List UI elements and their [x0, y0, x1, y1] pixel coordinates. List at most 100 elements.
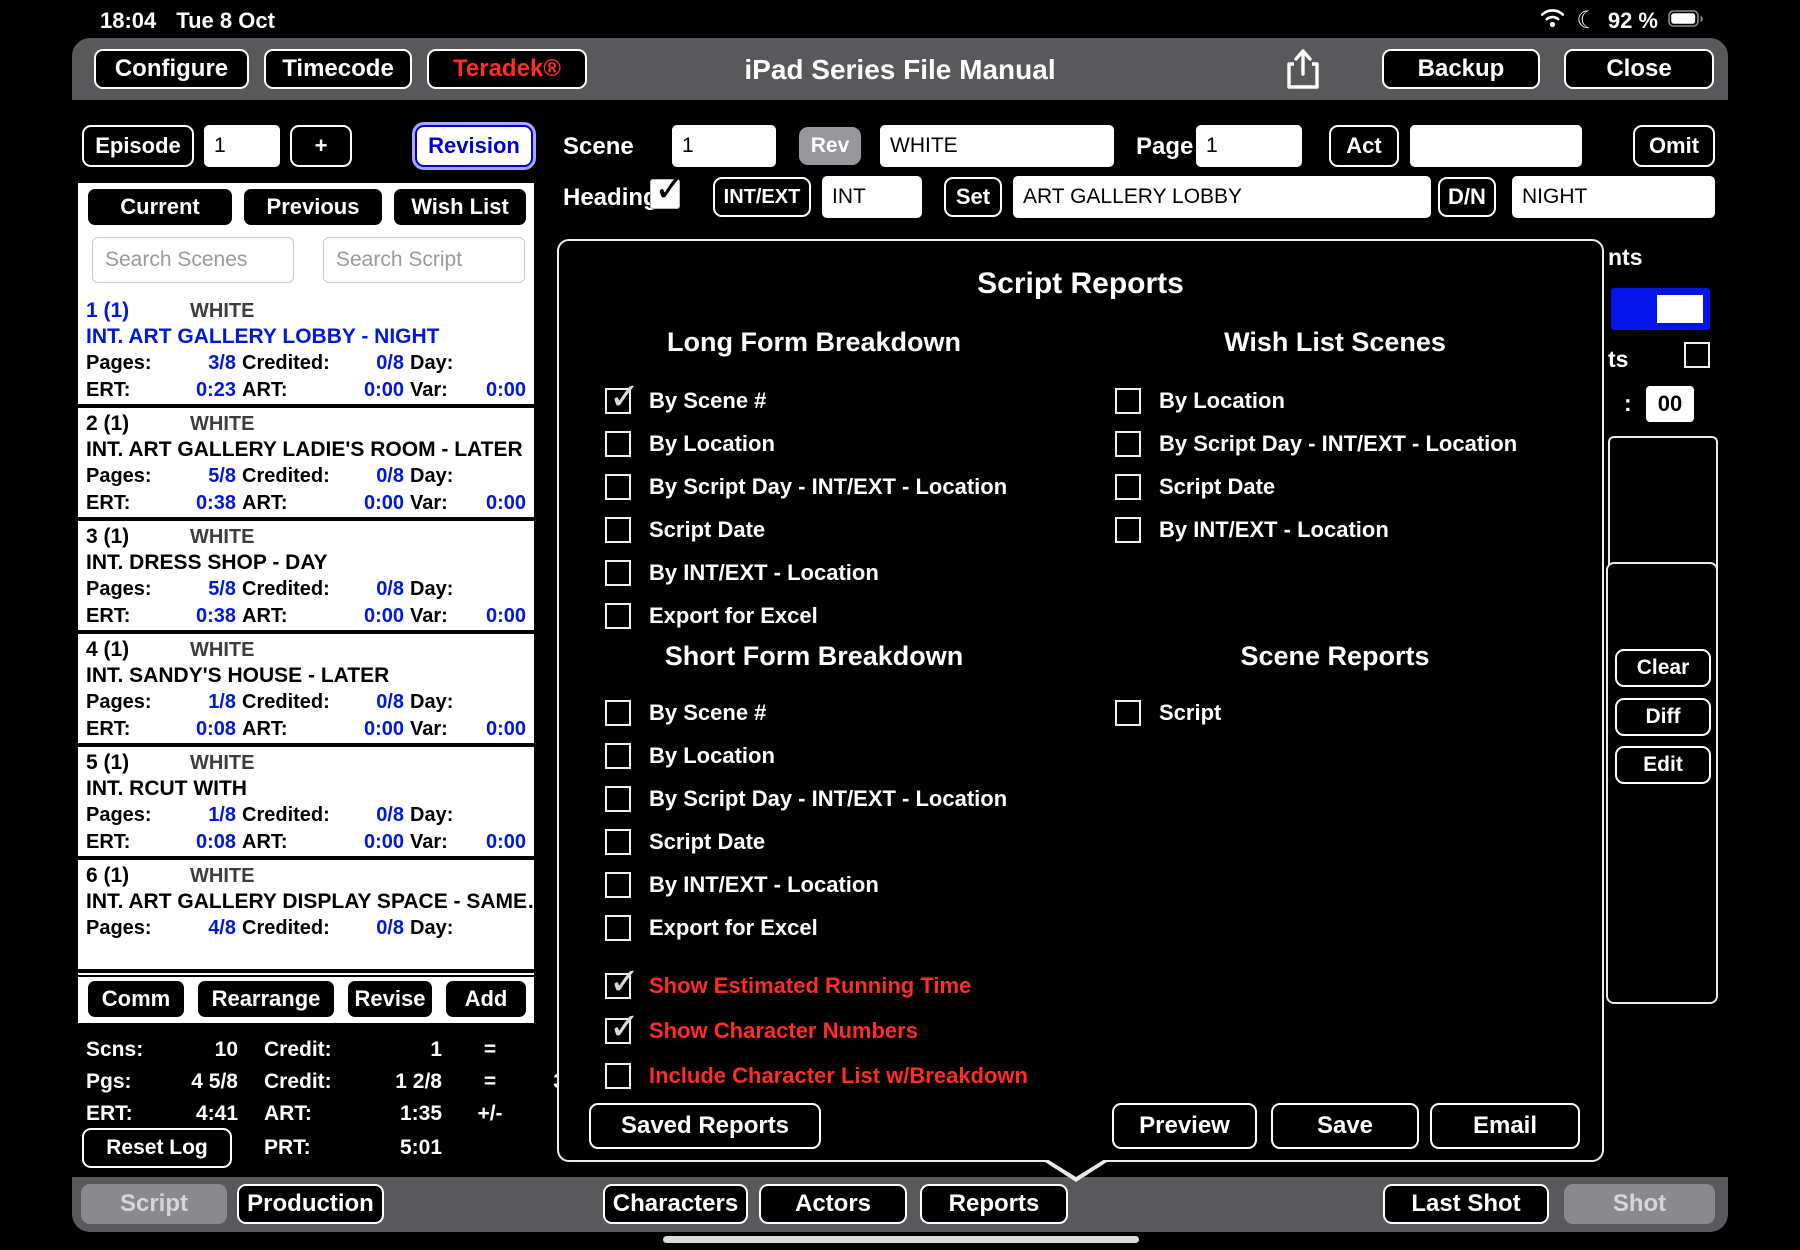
- checkbox[interactable]: [605, 872, 631, 898]
- checkbox[interactable]: [605, 560, 631, 586]
- minutes-field[interactable]: 00: [1646, 386, 1694, 422]
- home-indicator[interactable]: [663, 1236, 1139, 1243]
- checkbox[interactable]: [605, 786, 631, 812]
- long-form-option-5[interactable]: By INT/EXT - Location: [605, 556, 879, 590]
- revise-button[interactable]: Revise: [346, 979, 434, 1019]
- show-character-numbers-option[interactable]: Show Character Numbers: [605, 1014, 918, 1048]
- act-input[interactable]: [1410, 125, 1582, 167]
- day-night-button[interactable]: D/N: [1438, 177, 1496, 217]
- backup-button[interactable]: Backup: [1382, 49, 1540, 89]
- short-form-option-6[interactable]: Export for Excel: [605, 911, 818, 945]
- set-button[interactable]: Set: [944, 177, 1002, 217]
- checkbox[interactable]: [1115, 388, 1141, 414]
- heading-checkbox[interactable]: [650, 179, 680, 209]
- saved-reports-button[interactable]: Saved Reports: [589, 1103, 821, 1149]
- search-script-input[interactable]: [323, 237, 525, 283]
- omit-button[interactable]: Omit: [1633, 125, 1715, 167]
- save-button[interactable]: Save: [1271, 1103, 1419, 1149]
- highlight-field[interactable]: [1611, 288, 1710, 330]
- long-form-option-1[interactable]: By Scene #: [605, 384, 766, 418]
- checkbox[interactable]: [605, 603, 631, 629]
- wish-list-option-4[interactable]: By INT/EXT - Location: [1115, 513, 1389, 547]
- checkbox[interactable]: [605, 973, 631, 999]
- wish-list-option-3[interactable]: Script Date: [1115, 470, 1275, 504]
- edit-button[interactable]: Edit: [1615, 746, 1711, 784]
- tab-shot[interactable]: Shot: [1564, 1184, 1715, 1224]
- scene-list-item-5[interactable]: 5 (1) WHITE INT. RCUT WITH Pages:1/8 Cre…: [78, 747, 534, 860]
- clear-button[interactable]: Clear: [1615, 649, 1711, 687]
- rev-button[interactable]: Rev: [799, 127, 861, 165]
- long-form-option-2[interactable]: By Location: [605, 427, 775, 461]
- show-ert-option[interactable]: Show Estimated Running Time: [605, 969, 971, 1003]
- short-form-option-5[interactable]: By INT/EXT - Location: [605, 868, 879, 902]
- scene-list-item-3[interactable]: 3 (1) WHITE INT. DRESS SHOP - DAY Pages:…: [78, 521, 534, 634]
- preview-button[interactable]: Preview: [1112, 1103, 1257, 1149]
- wish-list-option-2[interactable]: By Script Day - INT/EXT - Location: [1115, 427, 1517, 461]
- tab-characters[interactable]: Characters: [603, 1184, 748, 1224]
- checkbox[interactable]: [605, 1018, 631, 1044]
- search-scenes-input[interactable]: [92, 237, 294, 283]
- checkbox[interactable]: [605, 1063, 631, 1089]
- timecode-button[interactable]: Timecode: [264, 49, 412, 89]
- long-form-option-3[interactable]: By Script Day - INT/EXT - Location: [605, 470, 1007, 504]
- act-button[interactable]: Act: [1329, 125, 1399, 167]
- checkbox[interactable]: [605, 474, 631, 500]
- include-character-list-option[interactable]: Include Character List w/Breakdown: [605, 1059, 1028, 1093]
- long-form-option-6[interactable]: Export for Excel: [605, 599, 818, 633]
- checkbox[interactable]: [605, 915, 631, 941]
- checkbox[interactable]: [1115, 474, 1141, 500]
- tab-wish-list[interactable]: Wish List: [392, 187, 528, 227]
- checkbox[interactable]: [605, 829, 631, 855]
- checkbox[interactable]: [605, 700, 631, 726]
- checkbox[interactable]: [605, 388, 631, 414]
- rearrange-button[interactable]: Rearrange: [196, 979, 336, 1019]
- int-ext-button[interactable]: INT/EXT: [713, 177, 811, 217]
- long-form-option-4[interactable]: Script Date: [605, 513, 765, 547]
- revision-button[interactable]: Revision: [415, 125, 533, 167]
- email-button[interactable]: Email: [1430, 1103, 1580, 1149]
- episode-number-input[interactable]: [204, 125, 280, 167]
- short-form-option-2[interactable]: By Location: [605, 739, 775, 773]
- scene-list-item-2[interactable]: 2 (1) WHITE INT. ART GALLERY LADIE'S ROO…: [78, 408, 534, 521]
- checkbox[interactable]: [1115, 700, 1141, 726]
- int-ext-input[interactable]: [822, 176, 922, 218]
- scene-list-item-4[interactable]: 4 (1) WHITE INT. SANDY'S HOUSE - LATER P…: [78, 634, 534, 747]
- scene-color-input[interactable]: [880, 125, 1114, 167]
- reset-log-button[interactable]: Reset Log: [82, 1128, 232, 1168]
- comm-button[interactable]: Comm: [86, 979, 186, 1019]
- checkbox[interactable]: [1115, 431, 1141, 457]
- short-form-option-4[interactable]: Script Date: [605, 825, 765, 859]
- short-form-option-3[interactable]: By Script Day - INT/EXT - Location: [605, 782, 1007, 816]
- checkbox[interactable]: [605, 743, 631, 769]
- configure-button[interactable]: Configure: [94, 49, 249, 89]
- art-value: 0:00: [364, 831, 404, 854]
- set-location-input[interactable]: [1013, 176, 1431, 218]
- episode-button[interactable]: Episode: [82, 125, 194, 167]
- tab-script[interactable]: Script: [81, 1184, 227, 1224]
- share-icon[interactable]: [1279, 46, 1327, 92]
- close-button[interactable]: Close: [1564, 49, 1714, 89]
- day-night-input[interactable]: [1512, 176, 1715, 218]
- notes-box[interactable]: [1608, 436, 1718, 578]
- checkbox[interactable]: [1115, 517, 1141, 543]
- add-scene-button[interactable]: Add: [444, 979, 528, 1019]
- add-episode-button[interactable]: +: [290, 125, 352, 167]
- tab-previous[interactable]: Previous: [242, 187, 384, 227]
- checkbox[interactable]: [605, 431, 631, 457]
- tab-production[interactable]: Production: [237, 1184, 384, 1224]
- wish-list-option-1[interactable]: By Location: [1115, 384, 1285, 418]
- scene-list-item-6[interactable]: 6 (1) WHITE INT. ART GALLERY DISPLAY SPA…: [78, 860, 534, 973]
- tab-last-shot[interactable]: Last Shot: [1383, 1184, 1549, 1224]
- page-number-input[interactable]: [1196, 125, 1302, 167]
- tab-actors[interactable]: Actors: [759, 1184, 907, 1224]
- scene-reports-option-1[interactable]: Script: [1115, 696, 1221, 730]
- diff-button[interactable]: Diff: [1615, 698, 1711, 736]
- teradek-button[interactable]: Teradek®: [427, 49, 587, 89]
- ts-checkbox[interactable]: [1684, 342, 1710, 368]
- short-form-option-1[interactable]: By Scene #: [605, 696, 766, 730]
- tab-current[interactable]: Current: [86, 187, 234, 227]
- scene-list-item-1[interactable]: 1 (1) WHITE INT. ART GALLERY LOBBY - NIG…: [78, 295, 534, 408]
- tab-reports[interactable]: Reports: [920, 1184, 1068, 1224]
- scene-number-input[interactable]: [672, 125, 776, 167]
- checkbox[interactable]: [605, 517, 631, 543]
